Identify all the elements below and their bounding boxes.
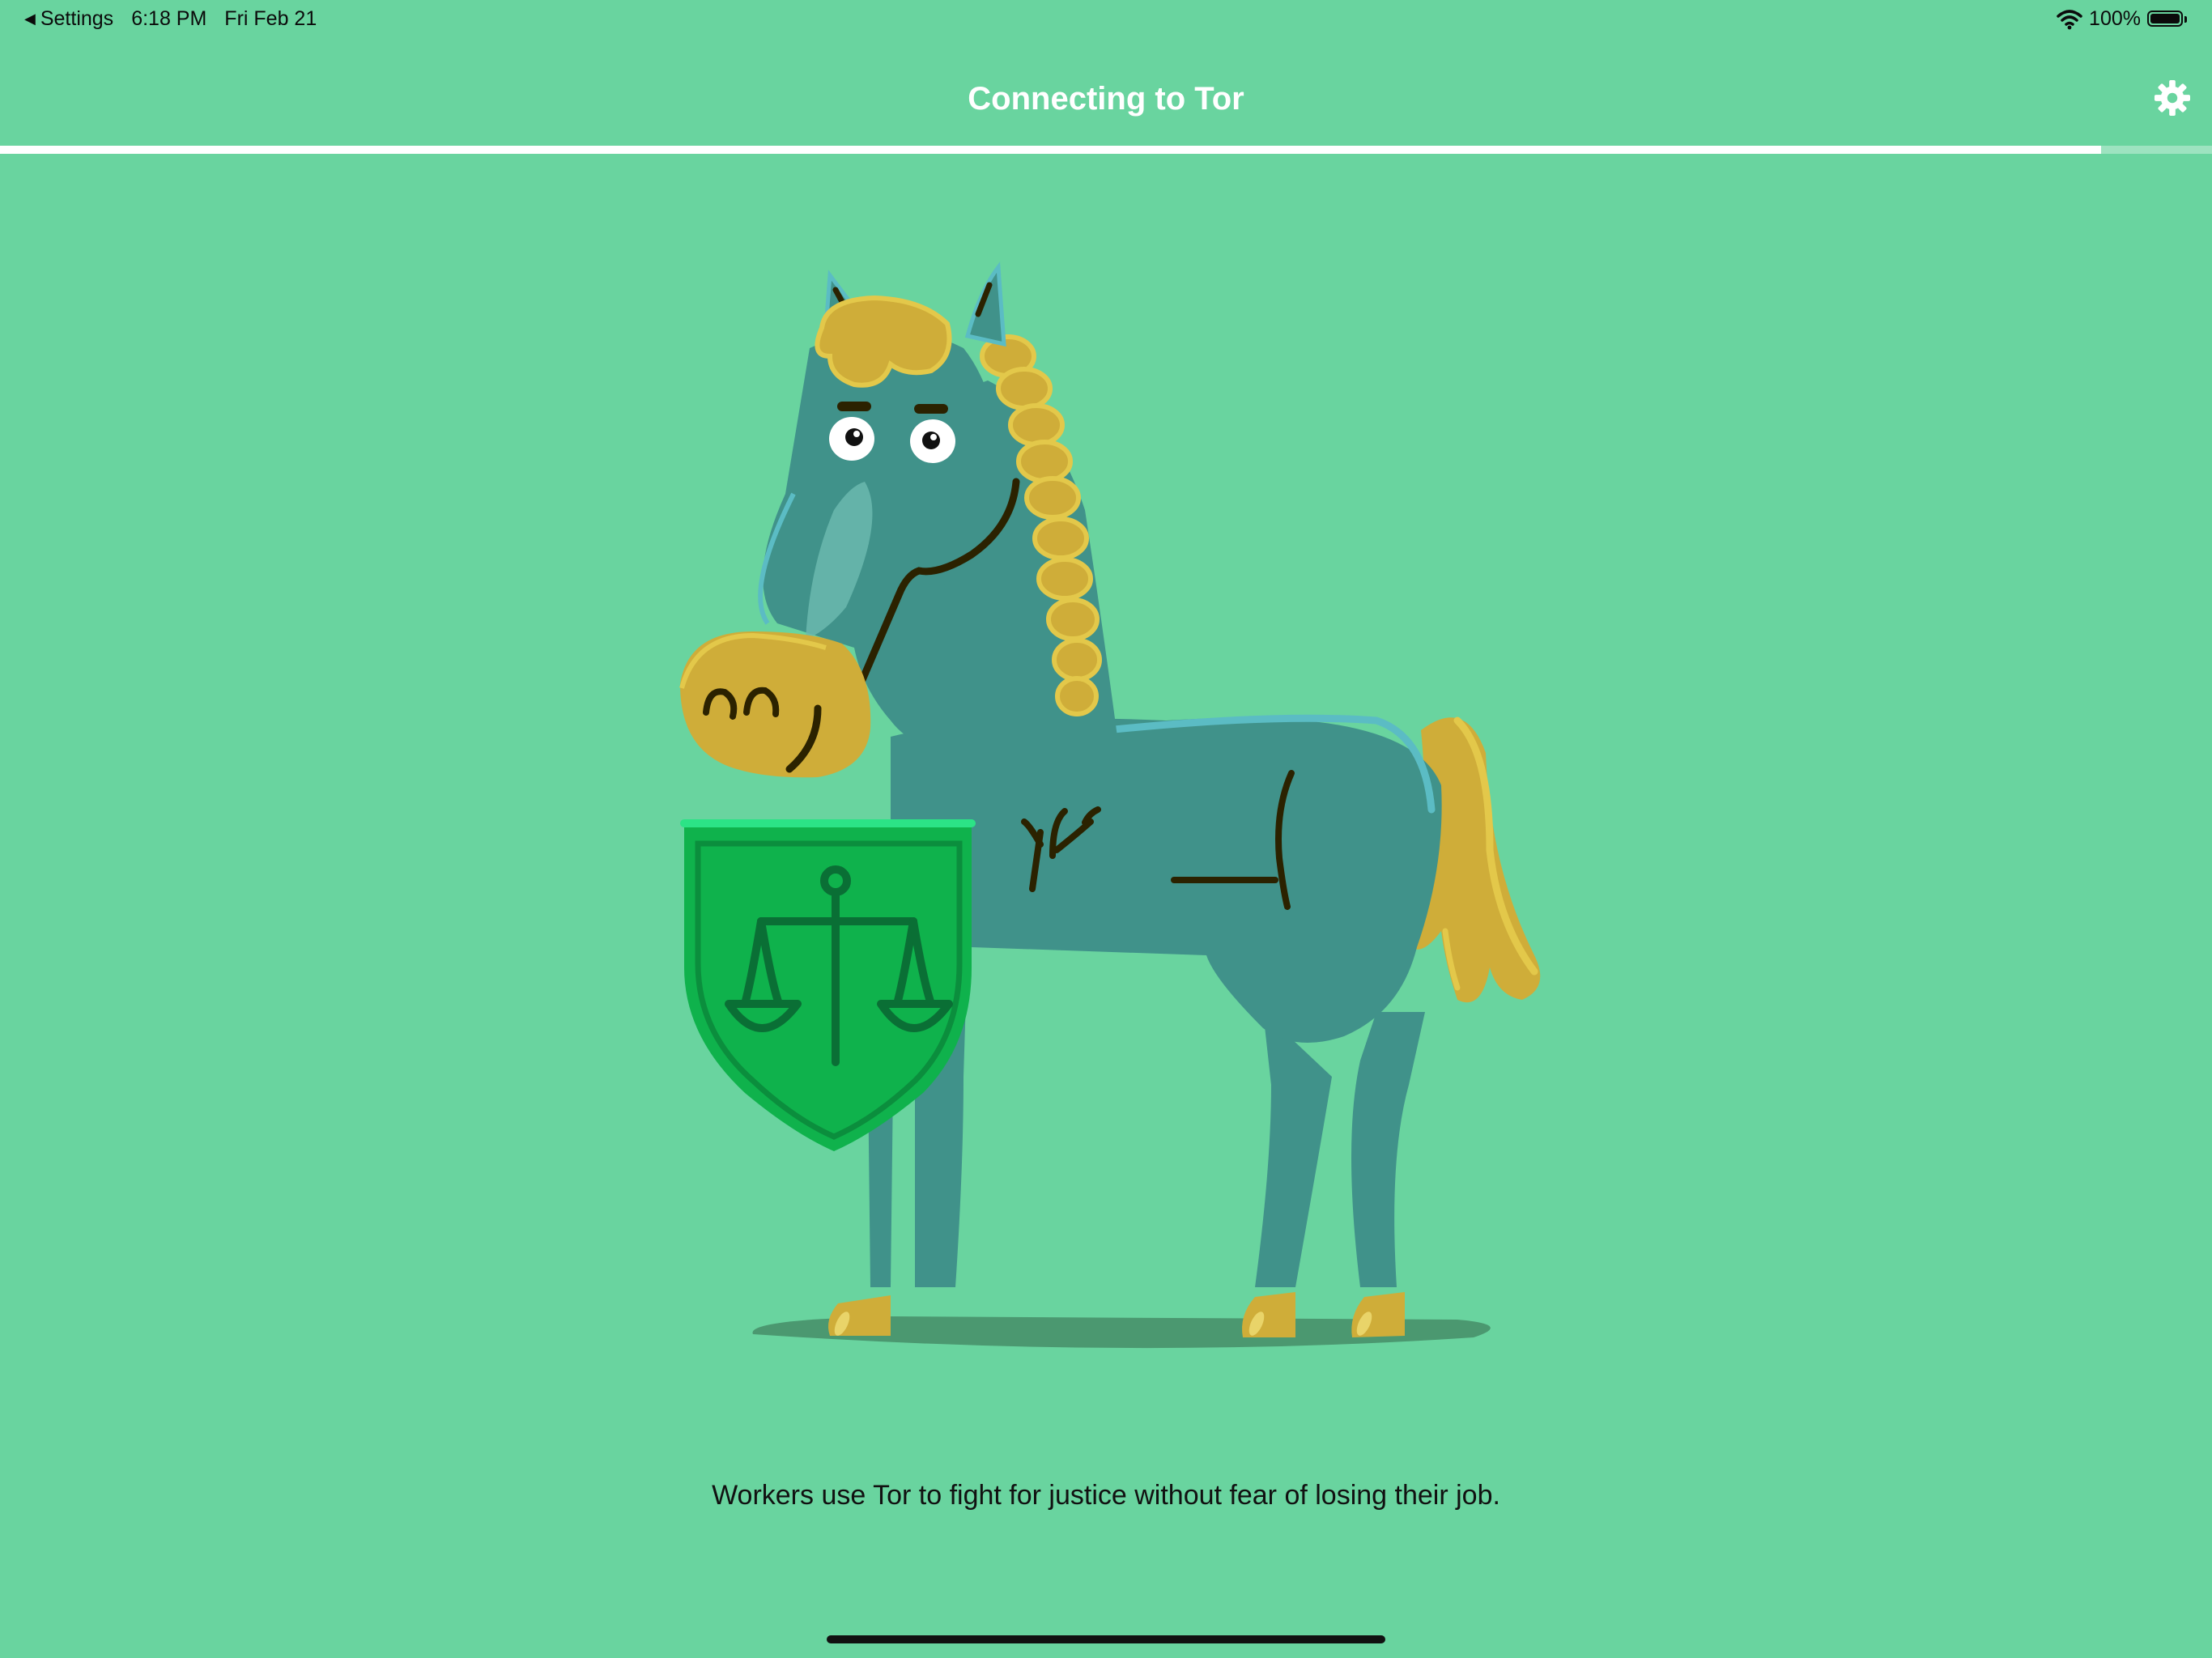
progress-fill	[0, 146, 2102, 154]
horse-with-shield-icon	[679, 261, 1541, 1349]
back-label: Settings	[40, 7, 114, 30]
battery-icon	[2147, 10, 2188, 28]
gear-icon[interactable]	[2154, 79, 2191, 117]
page-title: Connecting to Tor	[968, 81, 1244, 117]
battery-level-fill	[2150, 13, 2180, 23]
status-bar: ◀ Settings 6:18 PM Fri Feb 21 100%	[0, 0, 2212, 39]
tor-connecting-screen: ◀ Settings 6:18 PM Fri Feb 21 100% Conne…	[0, 0, 2212, 1658]
status-date: Fri Feb 21	[224, 7, 317, 30]
info-caption: Workers use Tor to fight for justice wit…	[712, 1480, 1500, 1511]
back-caret-icon: ◀	[24, 11, 36, 27]
navigation-bar: Connecting to Tor	[0, 39, 2212, 144]
forelock	[815, 295, 952, 388]
back-legs	[1255, 1012, 1425, 1287]
home-indicator[interactable]	[827, 1635, 1385, 1643]
back-to-settings-link[interactable]: ◀ Settings 6:18 PM Fri Feb 21	[24, 7, 317, 31]
wifi-icon	[2057, 9, 2082, 29]
battery-percent: 100%	[2089, 7, 2141, 30]
horse-body	[891, 717, 1442, 1043]
connection-progress-bar	[0, 146, 2212, 154]
status-indicators: 100%	[2057, 7, 2188, 31]
status-time: 6:18 PM	[131, 7, 207, 30]
